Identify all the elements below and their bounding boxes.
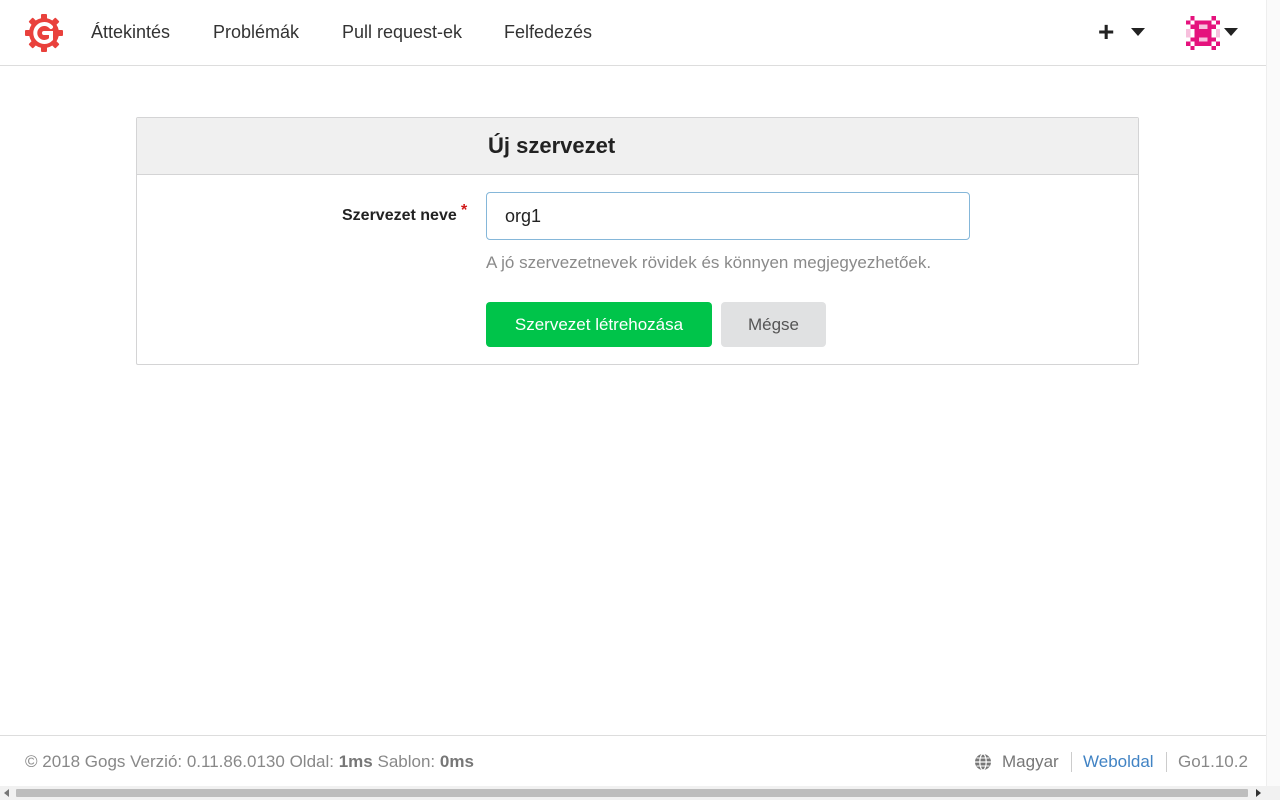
create-organization-button[interactable]: Szervezet létrehozása xyxy=(486,302,712,347)
page-render-time: 1ms xyxy=(338,752,373,771)
footer-version-info: © 2018 Gogs Verzió: 0.11.86.0130 Oldal: … xyxy=(25,752,474,772)
scroll-left-arrow-icon[interactable] xyxy=(4,789,9,797)
org-name-help-text: A jó szervezetnevek rövidek és könnyen m… xyxy=(486,253,932,272)
cancel-button[interactable]: Mégse xyxy=(721,302,826,347)
create-new-dropdown[interactable]: + xyxy=(1096,16,1152,48)
nav-explore[interactable]: Felfedezés xyxy=(504,22,592,43)
template-render-time: 0ms xyxy=(439,752,474,771)
nav-dashboard[interactable]: Áttekintés xyxy=(91,22,170,43)
scrollbar-thumb[interactable] xyxy=(16,789,1248,797)
vertical-scrollbar[interactable] xyxy=(1266,0,1280,786)
plus-icon: + xyxy=(1098,16,1115,47)
footer-divider xyxy=(1166,752,1167,772)
caret-down-icon xyxy=(1131,28,1145,36)
new-organization-form: Új szervezet Szervezet neve * A jó szerv… xyxy=(136,117,1139,365)
footer: © 2018 Gogs Verzió: 0.11.86.0130 Oldal: … xyxy=(0,735,1266,786)
caret-down-icon xyxy=(1224,28,1238,36)
nav-pull-requests[interactable]: Pull request-ek xyxy=(342,22,462,43)
required-indicator: * xyxy=(461,202,468,219)
form-header: Új szervezet xyxy=(137,118,1138,175)
template-label: Sablon: xyxy=(377,752,436,771)
org-name-input[interactable] xyxy=(486,192,970,240)
go-version: Go1.10.2 xyxy=(1178,752,1248,771)
globe-icon xyxy=(975,753,991,771)
top-navbar: Áttekintés Problémák Pull request-ek Fel… xyxy=(0,0,1266,66)
gogs-logo-icon[interactable] xyxy=(24,13,64,53)
scroll-right-arrow-icon[interactable] xyxy=(1256,789,1261,797)
page-title: Új szervezet xyxy=(488,133,616,158)
language-selector[interactable]: Magyar xyxy=(1002,752,1059,772)
footer-divider xyxy=(1071,752,1072,772)
website-link[interactable]: Weboldal xyxy=(1083,752,1154,772)
org-name-label: Szervezet neve xyxy=(342,207,457,224)
footer-version-text: © 2018 Gogs Verzió: 0.11.86.0130 Oldal: xyxy=(25,752,334,771)
user-menu-dropdown[interactable] xyxy=(1184,16,1244,52)
nav-issues[interactable]: Problémák xyxy=(213,22,299,43)
horizontal-scrollbar[interactable] xyxy=(0,786,1280,800)
avatar xyxy=(1186,16,1220,50)
